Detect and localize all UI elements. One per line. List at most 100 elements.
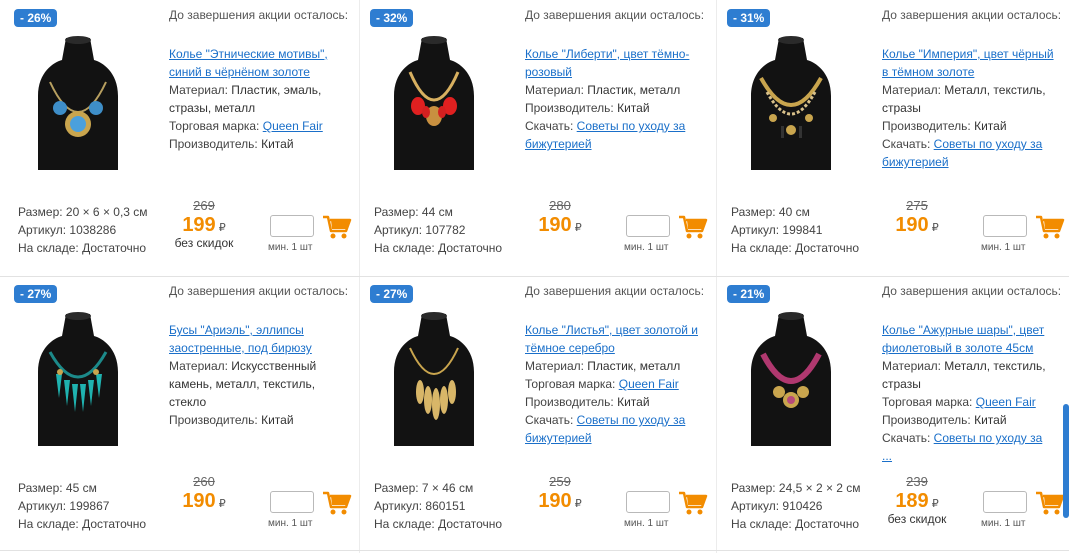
quantity-input[interactable] — [626, 491, 670, 513]
current-price: 189 — [895, 490, 929, 512]
row-divider — [0, 276, 1069, 277]
price-note: без скидок — [887, 512, 947, 526]
currency-symbol: ₽ — [218, 498, 226, 510]
product-attribute: Материал: Пластик, металл — [525, 357, 705, 375]
attribute-label: Скачать: — [525, 119, 577, 133]
attribute-label: Материал: — [525, 359, 588, 373]
product-image[interactable] — [733, 308, 849, 446]
product-info: Размер: 7 × 46 см Артикул: 860151 На склад… — [374, 479, 502, 533]
quantity-input[interactable] — [983, 215, 1027, 237]
currency-symbol: ₽ — [931, 498, 939, 510]
promo-timer-label: До завершения акции осталось: — [882, 8, 1062, 22]
shopping-cart-icon[interactable] — [322, 489, 352, 517]
discount-badge: - 31% — [727, 9, 771, 27]
shopping-cart-icon[interactable] — [1035, 213, 1065, 241]
product-info: Размер: 24,5 × 2 × 2 см Артикул: 910426 На… — [731, 479, 861, 533]
shopping-cart-icon[interactable] — [1035, 489, 1065, 517]
price-block: 239 189 ₽ без скидок — [877, 474, 957, 526]
attribute-label: Торговая марка: — [525, 377, 619, 391]
discount-badge: - 21% — [727, 285, 771, 303]
product-size: Размер: 44 см — [374, 205, 453, 219]
product-description: Колье "Либерти", цвет тёмно-розовый Матер… — [525, 45, 705, 153]
product-description: Колье "Листья", цвет золотой и тёмное се… — [525, 321, 705, 447]
product-attribute: Материал: Пластик, металл — [525, 81, 705, 99]
promo-timer-label: До завершения акции осталось: — [882, 284, 1062, 298]
attribute-link[interactable]: Queen Fair — [263, 119, 323, 133]
product-description: Колье "Ажурные шары", цвет фиолетовый в … — [882, 321, 1062, 465]
attribute-label: Производитель: — [169, 137, 262, 151]
min-quantity-label: мин. 1 шт — [268, 518, 313, 529]
shopping-cart-icon[interactable] — [678, 213, 708, 241]
product-title-link[interactable]: Колье "Ажурные шары", цвет фиолетовый в … — [882, 323, 1044, 355]
current-price: 190 — [182, 490, 216, 512]
shopping-cart-icon[interactable] — [322, 213, 352, 241]
price-block: 280 190 ₽ — [520, 198, 600, 236]
product-size: Размер: 24,5 × 2 × 2 см — [731, 481, 861, 495]
product-image[interactable] — [376, 308, 492, 446]
attribute-link[interactable]: Queen Fair — [976, 395, 1036, 409]
product-title-link[interactable]: Колье "Этнические мотивы", синий в чёрнё… — [169, 47, 328, 79]
product-card: - 27% До завершения акции осталось: Колье … — [360, 278, 716, 552]
product-stock: На складе: Достаточно — [18, 517, 147, 531]
product-attribute: Материал: Искусственный камень, металл, … — [169, 357, 349, 411]
old-price: 259 — [549, 474, 571, 489]
product-title-link[interactable]: Колье "Листья", цвет золотой и тёмное се… — [525, 323, 698, 355]
product-attribute: Материал: Пластик, эмаль, стразы, металл — [169, 81, 349, 117]
product-attribute: Производитель: Китай — [525, 99, 705, 117]
product-stock: На складе: Достаточно — [374, 517, 503, 531]
old-price: 260 — [193, 474, 215, 489]
product-card: - 32% До завершения акции осталось: Колье … — [360, 2, 716, 276]
product-info: Размер: 40 см Артикул: 199841 На складе: Д… — [731, 203, 859, 257]
product-stock: На складе: Достаточно — [374, 241, 503, 255]
attribute-label: Производитель: — [525, 101, 618, 115]
product-description: Колье "Этнические мотивы", синий в чёрнё… — [169, 45, 349, 153]
product-image[interactable] — [20, 32, 136, 170]
price-block: 260 190 ₽ — [164, 474, 244, 512]
attribute-label: Производитель: — [882, 413, 975, 427]
current-price: 190 — [538, 490, 572, 512]
discount-badge: - 27% — [14, 285, 58, 303]
price-block: 269 199 ₽ без скидок — [164, 198, 244, 250]
attribute-link[interactable]: Советы по уходу за — [934, 431, 1043, 445]
product-title-link[interactable]: Колье "Либерти", цвет тёмно-розовый — [525, 47, 689, 79]
currency-symbol: ₽ — [218, 222, 226, 234]
min-quantity-label: мин. 1 шт — [624, 518, 669, 529]
product-attribute: Скачать: Советы по уходу за бижутерией — [882, 135, 1062, 171]
attribute-label: Производитель: — [525, 395, 618, 409]
product-article: Артикул: 107782 — [374, 223, 466, 237]
product-card: - 31% До завершения акции осталось: Колье … — [717, 2, 1069, 276]
product-title-link[interactable]: Бусы "Ариэль", эллипсы заостренные, под … — [169, 323, 312, 355]
discount-badge: - 32% — [370, 9, 414, 27]
quantity-input[interactable] — [270, 215, 314, 237]
product-title-link[interactable]: Колье "Империя", цвет чёрный в тёмном зо… — [882, 47, 1054, 79]
product-image[interactable] — [733, 32, 849, 170]
product-article: Артикул: 860151 — [374, 499, 466, 513]
attribute-label: Производитель: — [882, 119, 975, 133]
product-size: Размер: 45 см — [18, 481, 97, 495]
product-attribute: Производитель: Китай — [882, 117, 1062, 135]
product-info: Размер: 20 × 6 × 0,3 см Артикул: 1038286 Н… — [18, 203, 148, 257]
product-image[interactable] — [20, 308, 136, 446]
shopping-cart-icon[interactable] — [678, 489, 708, 517]
product-card: - 21% До завершения акции осталось: Колье … — [717, 278, 1069, 552]
product-description: Бусы "Ариэль", эллипсы заостренные, под … — [169, 321, 349, 429]
quantity-input[interactable] — [270, 491, 314, 513]
current-price: 199 — [182, 214, 216, 236]
attribute-label: Производитель: — [169, 413, 262, 427]
attribute-link[interactable]: ... — [882, 449, 892, 463]
quantity-input[interactable] — [626, 215, 670, 237]
product-stock: На складе: Достаточно — [731, 517, 860, 531]
min-quantity-label: мин. 1 шт — [981, 242, 1026, 253]
quantity-input[interactable] — [983, 491, 1027, 513]
discount-badge: - 26% — [14, 9, 58, 27]
min-quantity-label: мин. 1 шт — [624, 242, 669, 253]
current-price: 190 — [895, 214, 929, 236]
scrollbar-thumb[interactable] — [1063, 404, 1069, 518]
attribute-value: Китай — [974, 413, 1007, 427]
attribute-value: Китай — [617, 101, 650, 115]
product-size: Размер: 20 × 6 × 0,3 см — [18, 205, 148, 219]
min-quantity-label: мин. 1 шт — [981, 518, 1026, 529]
attribute-link[interactable]: Queen Fair — [619, 377, 679, 391]
product-card: - 27% До завершения акции осталось: Бусы "… — [4, 278, 360, 552]
product-image[interactable] — [376, 32, 492, 170]
